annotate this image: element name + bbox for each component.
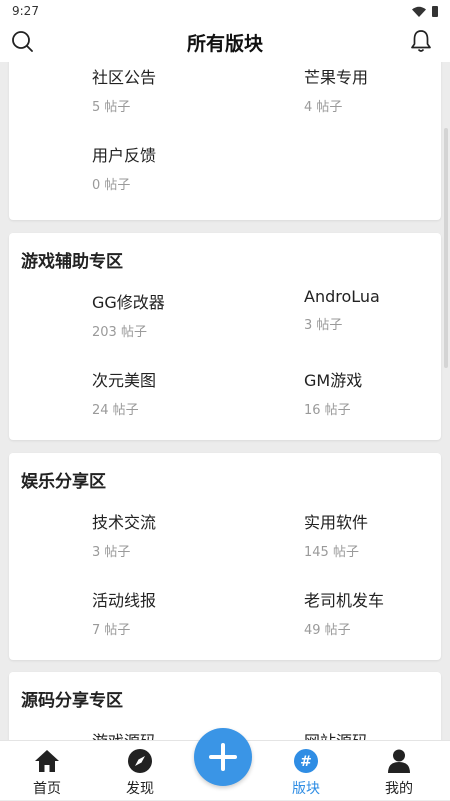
forum-item-anime-art[interactable]: 次元美图 24 帖子 [92,367,282,418]
forum-post-count: 5 帖子 [92,100,131,115]
nav-label: 发现 [126,781,154,797]
forum-item-useful-software[interactable]: 实用软件 145 帖子 [304,509,450,560]
forum-name: 活动线报 [92,591,157,610]
forum-name: 用户反馈 [92,146,157,165]
wifi-icon [412,6,426,17]
person-icon [388,749,410,773]
forum-item-tech-exchange[interactable]: 技术交流 3 帖子 [92,509,282,560]
forum-name: 老司机发车 [304,591,385,610]
forum-name: 游戏源码 [92,728,282,740]
nav-item-discover[interactable]: 发现 [100,741,180,801]
create-post-button[interactable] [194,728,252,786]
bell-icon[interactable] [410,29,432,53]
forum-list[interactable]: 社区公告 5 帖子 芒果专用 4 帖子 用户反馈 0 帖子 游戏辅助专区 GG修… [0,62,450,740]
forum-name: 技术交流 [92,513,157,532]
scrollbar[interactable] [444,128,448,368]
forum-name: GG修改器 [92,293,165,312]
hashtag-icon: # [294,749,318,773]
section-card-game-assist: 游戏辅助专区 GG修改器 203 帖子 AndroLua 3 帖子 次元美图 2… [9,233,441,440]
forum-post-count: 3 帖子 [92,545,131,560]
forum-name: AndroLua [304,287,380,306]
forum-post-count: 4 帖子 [304,100,343,115]
forum-post-count: 24 帖子 [92,403,139,418]
status-icons [412,5,438,17]
forum-item-feedback[interactable]: 用户反馈 0 帖子 [92,142,282,193]
home-icon [35,750,59,772]
search-icon[interactable] [11,30,33,52]
nav-item-forums[interactable]: # 版块 [266,741,346,801]
forum-name: 次元美图 [92,371,157,390]
section-title: 娱乐分享区 [21,472,106,492]
forum-item-androlua[interactable]: AndroLua 3 帖子 [304,287,450,333]
compass-icon [128,749,152,773]
forum-post-count: 203 帖子 [92,325,147,340]
forum-post-count: 0 帖子 [92,178,131,193]
forum-item-website-source[interactable]: 网站源码 [304,728,450,740]
forum-item-event-news[interactable]: 活动线报 7 帖子 [92,587,282,638]
battery-icon [432,5,438,17]
forum-post-count: 145 帖子 [304,545,359,560]
section-card-announcements: 社区公告 5 帖子 芒果专用 4 帖子 用户反馈 0 帖子 [9,62,441,220]
forum-name: 实用软件 [304,513,369,532]
nav-item-profile[interactable]: 我的 [359,741,439,801]
status-time: 9:27 [12,4,39,18]
forum-post-count: 16 帖子 [304,403,351,418]
section-title: 源码分享专区 [21,691,123,711]
status-bar: 9:27 [0,0,450,22]
nav-item-home[interactable]: 首页 [7,741,87,801]
plus-icon [209,743,237,771]
forum-post-count: 7 帖子 [92,623,131,638]
forum-name: 芒果专用 [304,68,369,87]
app-bar: 所有版块 [0,22,450,62]
svg-text:#: # [300,754,312,770]
nav-label: 首页 [33,781,61,797]
forum-item-announcements[interactable]: 社区公告 5 帖子 [92,64,282,115]
forum-post-count: 3 帖子 [304,318,343,333]
forum-item-mango[interactable]: 芒果专用 4 帖子 [304,64,450,115]
forum-item-gg-modifier[interactable]: GG修改器 203 帖子 [92,289,282,340]
forum-item-game-source[interactable]: 游戏源码 [92,728,282,740]
page-title: 所有版块 [186,32,263,55]
forum-name: 网站源码 [304,728,450,740]
section-title: 游戏辅助专区 [21,252,123,272]
section-card-entertainment: 娱乐分享区 技术交流 3 帖子 实用软件 145 帖子 活动线报 7 帖子 老司… [9,453,441,660]
forum-item-gm-games[interactable]: GM游戏 16 帖子 [304,367,450,418]
nav-label: 版块 [292,781,320,797]
forum-name: 社区公告 [92,68,157,87]
forum-item-veteran-driver[interactable]: 老司机发车 49 帖子 [304,587,450,638]
forum-name: GM游戏 [304,371,363,390]
forum-post-count: 49 帖子 [304,623,351,638]
nav-label: 我的 [385,781,413,797]
